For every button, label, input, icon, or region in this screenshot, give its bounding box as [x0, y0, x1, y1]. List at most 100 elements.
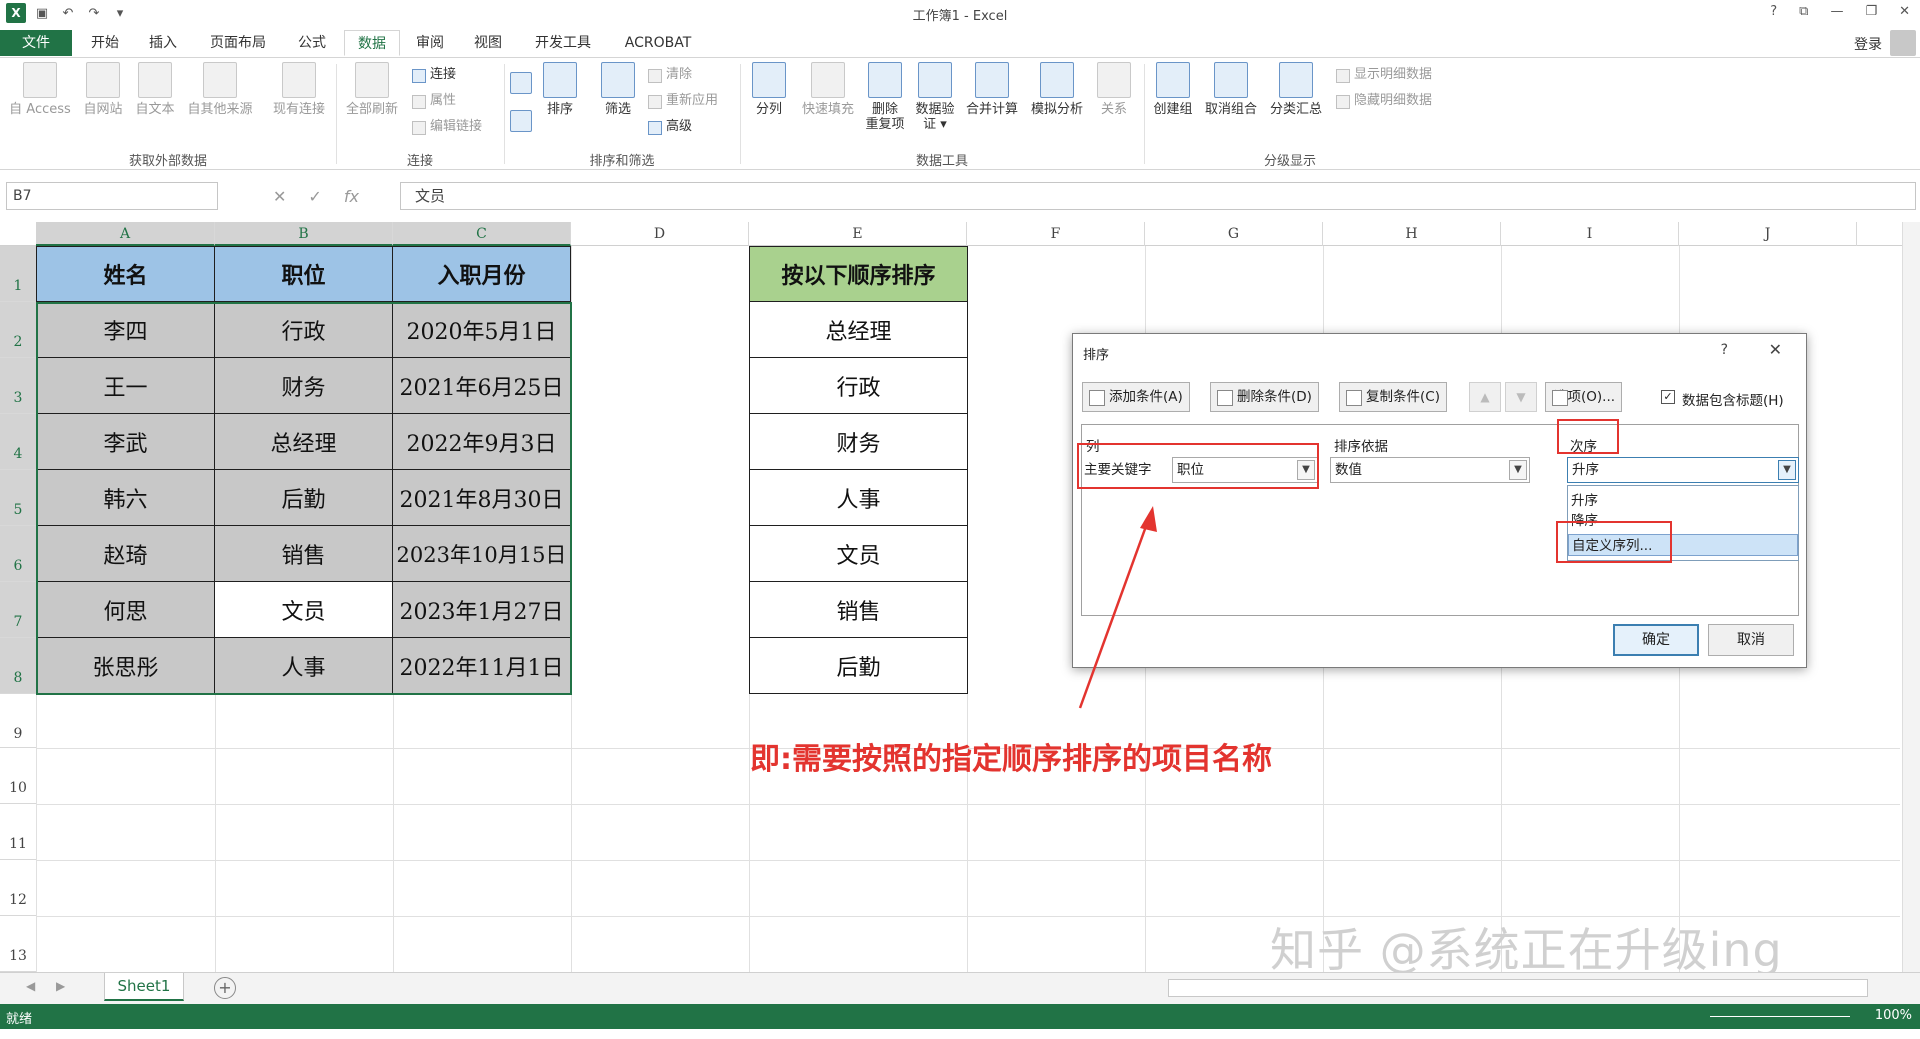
remove-duplicates-button[interactable]: 删除 重复项	[860, 62, 910, 132]
row-header-12[interactable]: 12	[0, 860, 36, 916]
sort-za-button[interactable]	[508, 110, 534, 136]
table-cell[interactable]: 李武	[36, 414, 215, 470]
order-item[interactable]: 文员	[749, 526, 968, 582]
row-header-5[interactable]: 5	[0, 470, 36, 526]
horizontal-scrollbar[interactable]	[1168, 979, 1868, 997]
flash-fill-button[interactable]: 快速填充	[796, 62, 860, 117]
row-header-7[interactable]: 7	[0, 582, 36, 638]
order-table-header[interactable]: 按以下顺序排序	[749, 246, 968, 302]
table-cell[interactable]: 后勤	[215, 470, 393, 526]
dialog-close-button[interactable]: ✕	[1769, 340, 1782, 359]
sort-button[interactable]: 排序	[540, 62, 580, 117]
row-header-8[interactable]: 8	[0, 638, 36, 694]
ok-button[interactable]: 确定	[1613, 624, 1699, 656]
subtotal-button[interactable]: 分类汇总	[1264, 62, 1328, 117]
option-descending[interactable]: 降序	[1568, 510, 1798, 532]
from-web-button[interactable]: 自网站	[78, 62, 128, 117]
tab-data[interactable]: 数据	[344, 30, 400, 56]
tab-file[interactable]: 文件	[0, 30, 72, 56]
connections-button[interactable]: 连接	[410, 64, 456, 86]
table-cell[interactable]: 2021年6月25日	[393, 358, 571, 414]
chevron-down-icon[interactable]: ▼	[1509, 460, 1527, 480]
options-button[interactable]: 选项(O)...	[1545, 382, 1623, 412]
clear-filter-button[interactable]: 清除	[646, 64, 692, 86]
help-button[interactable]: ?	[1770, 4, 1777, 19]
close-button[interactable]: ✕	[1899, 4, 1910, 19]
from-other-sources-button[interactable]: 自其他来源	[180, 62, 260, 117]
text-to-columns-button[interactable]: 分列	[744, 62, 794, 117]
tab-home[interactable]: 开始	[80, 30, 130, 56]
data-validation-button[interactable]: 数据验 证 ▾	[910, 62, 960, 132]
table-cell[interactable]: 2021年8月30日	[393, 470, 571, 526]
sort-az-button[interactable]	[508, 72, 534, 98]
login-link[interactable]: 登录	[1854, 34, 1882, 54]
column-header-i[interactable]: I	[1501, 222, 1679, 246]
table-cell[interactable]: 2020年5月1日	[393, 302, 571, 358]
has-headers-checkbox[interactable]: ✓	[1661, 390, 1675, 404]
table-cell[interactable]: 赵琦	[36, 526, 215, 582]
table-cell[interactable]: 2023年1月27日	[393, 582, 571, 638]
table-cell[interactable]: 何思	[36, 582, 215, 638]
cancel-entry-icon[interactable]: ✕	[273, 187, 286, 206]
formula-input[interactable]: 文员	[400, 182, 1916, 210]
tab-formulas[interactable]: 公式	[288, 30, 336, 56]
column-header-b[interactable]: B	[215, 222, 393, 246]
ribbon-display-button[interactable]: ⧉	[1799, 4, 1808, 19]
order-item[interactable]: 总经理	[749, 302, 968, 358]
advanced-filter-button[interactable]: 高级	[646, 116, 692, 138]
zoom-slider[interactable]	[1710, 1016, 1850, 1017]
name-box[interactable]: B7	[6, 182, 218, 210]
row-header-4[interactable]: 4	[0, 414, 36, 470]
sort-on-select[interactable]: 数值 ▼	[1330, 457, 1530, 483]
table-cell[interactable]: 销售	[215, 526, 393, 582]
ungroup-button[interactable]: 取消组合	[1200, 62, 1262, 117]
row-header-9[interactable]: 9	[0, 694, 36, 748]
order-item[interactable]: 行政	[749, 358, 968, 414]
existing-connections-button[interactable]: 现有连接	[266, 62, 332, 117]
avatar[interactable]	[1890, 30, 1916, 56]
row-header-1[interactable]: 1	[0, 246, 36, 302]
row-header-13[interactable]: 13	[0, 916, 36, 972]
order-select[interactable]: 升序 ▼	[1567, 457, 1799, 483]
option-custom-list[interactable]: 自定义序列...	[1568, 534, 1798, 556]
table-cell[interactable]: 韩六	[36, 470, 215, 526]
cancel-button[interactable]: 取消	[1708, 624, 1794, 656]
column-header-a[interactable]: A	[36, 222, 215, 246]
show-detail-button[interactable]: 显示明细数据	[1334, 64, 1432, 86]
tab-page-layout[interactable]: 页面布局	[200, 30, 276, 56]
minimize-button[interactable]: —	[1830, 4, 1843, 19]
column-select[interactable]: 职位 ▼	[1172, 457, 1318, 483]
table-cell[interactable]: 2022年11月1日	[393, 638, 571, 694]
table-cell[interactable]: 王一	[36, 358, 215, 414]
table-cell[interactable]: 行政	[215, 302, 393, 358]
reapply-button[interactable]: 重新应用	[646, 90, 718, 112]
tab-view[interactable]: 视图	[464, 30, 512, 56]
column-header-c[interactable]: C	[393, 222, 571, 246]
add-level-button[interactable]: 添加条件(A)	[1082, 382, 1190, 412]
column-header-d[interactable]: D	[571, 222, 749, 246]
enter-entry-icon[interactable]: ✓	[308, 187, 321, 206]
column-header-h[interactable]: H	[1323, 222, 1501, 246]
column-header-e[interactable]: E	[749, 222, 967, 246]
row-header-11[interactable]: 11	[0, 804, 36, 860]
option-ascending[interactable]: 升序	[1568, 490, 1798, 512]
order-item[interactable]: 后勤	[749, 638, 968, 694]
tab-insert[interactable]: 插入	[138, 30, 188, 56]
add-sheet-button[interactable]: +	[214, 977, 236, 999]
vertical-scrollbar[interactable]	[1902, 222, 1920, 972]
table-cell[interactable]: 总经理	[215, 414, 393, 470]
table-cell[interactable]: 2022年9月3日	[393, 414, 571, 470]
insert-function-icon[interactable]: fx	[344, 187, 359, 206]
table-cell[interactable]: 财务	[215, 358, 393, 414]
table-cell[interactable]: 2023年10月15日	[393, 526, 571, 582]
hide-detail-button[interactable]: 隐藏明细数据	[1334, 90, 1432, 112]
row-header-2[interactable]: 2	[0, 302, 36, 358]
active-cell-b7[interactable]: 文员	[215, 582, 393, 638]
table-cell[interactable]: 张思彤	[36, 638, 215, 694]
table-header-hire-date[interactable]: 入职月份	[393, 246, 571, 302]
table-cell[interactable]: 人事	[215, 638, 393, 694]
table-header-name[interactable]: 姓名	[36, 246, 215, 302]
table-cell[interactable]: 李四	[36, 302, 215, 358]
move-down-button[interactable]: ▼	[1505, 382, 1537, 412]
tab-developer[interactable]: 开发工具	[524, 30, 602, 56]
